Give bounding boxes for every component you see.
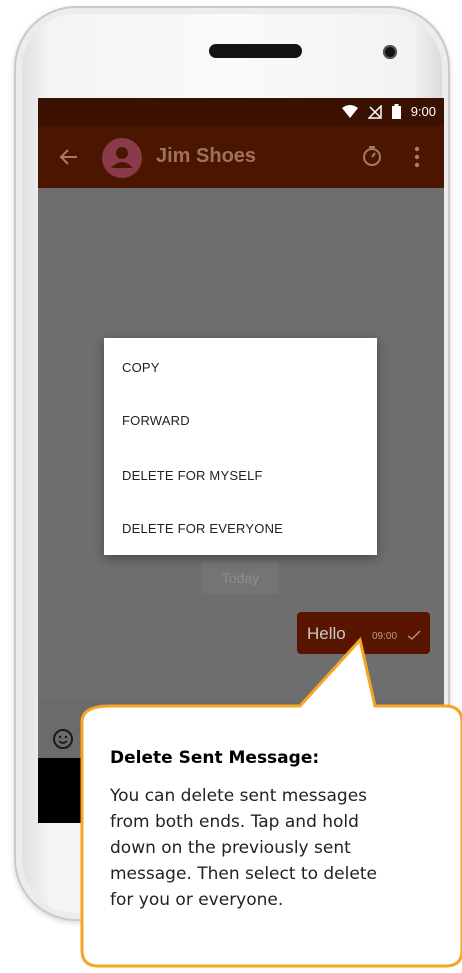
date-chip: Today [202,562,279,594]
contact-name[interactable]: Jim Shoes [156,145,256,168]
chat-app-bar: Jim Shoes [38,126,444,188]
timer-icon[interactable] [360,144,384,168]
status-bar: 9:00 [38,98,444,126]
callout-title: Delete Sent Message: [110,748,320,768]
callout-line: from both ends. Tap and hold [110,812,359,832]
copy-menu-item[interactable]: COPY [122,360,160,375]
callout-body: You can delete sent messages from both e… [110,783,455,913]
callout-line: message. Then select to delete [110,864,377,884]
back-arrow-icon[interactable] [56,144,82,170]
forward-menu-item[interactable]: FORWARD [122,413,190,428]
delete-for-everyone-menu-item[interactable]: DELETE FOR EVERYONE [122,521,283,536]
phone-camera [383,45,397,59]
wifi-icon [341,104,358,118]
emoji-icon[interactable] [52,728,74,750]
sent-message-bubble[interactable]: Hello 09:00 [297,612,430,654]
callout-line: down on the previously sent [110,838,351,858]
check-icon [407,630,421,640]
more-vert-icon[interactable] [410,144,424,170]
person-icon [111,147,133,168]
message-text: Hello [307,624,346,643]
contact-avatar[interactable] [102,138,142,178]
message-time: 09:00 [372,631,398,642]
delete-for-myself-menu-item[interactable]: DELETE FOR MYSELF [122,468,263,483]
callout-line: You can delete sent messages [110,786,368,806]
phone-speaker [209,44,302,58]
message-context-menu: COPY FORWARD DELETE FOR MYSELF DELETE FO… [104,338,377,555]
battery-icon [391,104,401,119]
status-time: 9:00 [410,104,436,119]
callout-line: for you or everyone. [110,890,284,910]
no-signal-icon [367,104,382,119]
